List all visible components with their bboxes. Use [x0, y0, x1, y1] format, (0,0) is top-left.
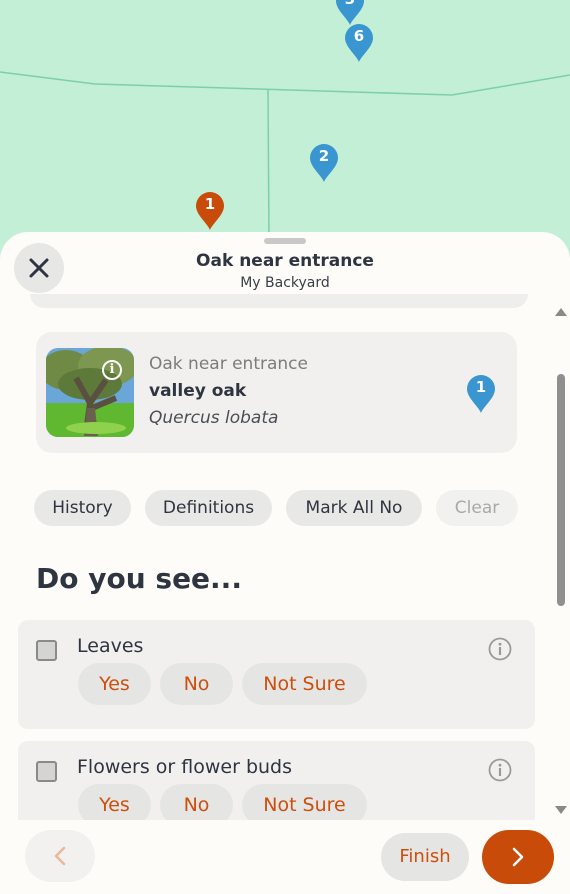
- map-view[interactable]: 3 6 2 1: [0, 0, 570, 260]
- plant-nickname: Oak near entrance: [149, 354, 308, 374]
- map-pin-label: 2: [318, 147, 330, 165]
- site-name: My Backyard: [240, 275, 330, 291]
- scrollbar-up-arrow[interactable]: [555, 308, 567, 316]
- not-sure-button[interactable]: Not Sure: [242, 663, 367, 705]
- map-boundary-lines: [0, 71, 570, 241]
- phenophase-checkbox[interactable]: [36, 761, 57, 782]
- phenophase-label: Leaves: [77, 635, 144, 657]
- observation-sheet: Oak near entrance My Backyard i Oak near…: [0, 232, 570, 894]
- photo-info-icon[interactable]: i: [102, 360, 122, 380]
- info-icon[interactable]: [488, 758, 512, 782]
- scrollbar-thumb[interactable]: [557, 374, 565, 606]
- phenophase-card: Leaves Yes No Not Sure: [18, 620, 535, 729]
- map-pin-label: 6: [353, 27, 365, 45]
- sheet-drag-handle[interactable]: [264, 238, 306, 244]
- no-button[interactable]: No: [160, 663, 233, 705]
- close-button[interactable]: [14, 243, 64, 293]
- chevron-left-icon: [54, 846, 66, 866]
- plant-common-name: valley oak: [149, 381, 247, 401]
- map-pin-6[interactable]: 6: [344, 23, 374, 63]
- chevron-right-icon: [512, 847, 524, 867]
- plant-photo[interactable]: i: [46, 348, 134, 437]
- oak-tree-photo: [46, 348, 134, 437]
- close-icon: [29, 258, 49, 278]
- finish-button[interactable]: Finish: [381, 833, 469, 881]
- map-pin-label: 1: [475, 378, 487, 396]
- site-plant-title: Oak near entrance: [196, 251, 374, 271]
- phenophase-label: Flowers or flower buds: [77, 756, 293, 778]
- map-pin-label: 3: [335, 0, 365, 8]
- scrolled-card-edge: [30, 294, 528, 308]
- phenophase-checkbox[interactable]: [36, 640, 57, 661]
- mark-all-no-chip[interactable]: Mark All No: [286, 490, 422, 526]
- yes-button[interactable]: Yes: [78, 663, 151, 705]
- plant-card: i Oak near entrance valley oak Quercus l…: [36, 332, 517, 453]
- map-pin-2[interactable]: 2: [309, 143, 339, 183]
- footer-nav: Finish: [0, 820, 570, 894]
- plant-map-pin: 1: [466, 374, 496, 414]
- info-icon[interactable]: [488, 637, 512, 661]
- plant-scientific-name: Quercus lobata: [149, 408, 279, 428]
- definitions-chip[interactable]: Definitions: [145, 490, 272, 526]
- clear-chip[interactable]: Clear: [436, 490, 518, 526]
- question-heading: Do you see...: [36, 562, 242, 595]
- back-button[interactable]: [25, 830, 95, 882]
- next-button[interactable]: [482, 830, 554, 884]
- history-chip[interactable]: History: [34, 490, 131, 526]
- map-pin-label: 1: [204, 195, 216, 213]
- map-pin-1[interactable]: 1: [195, 191, 225, 231]
- scrollbar-down-arrow[interactable]: [555, 806, 567, 814]
